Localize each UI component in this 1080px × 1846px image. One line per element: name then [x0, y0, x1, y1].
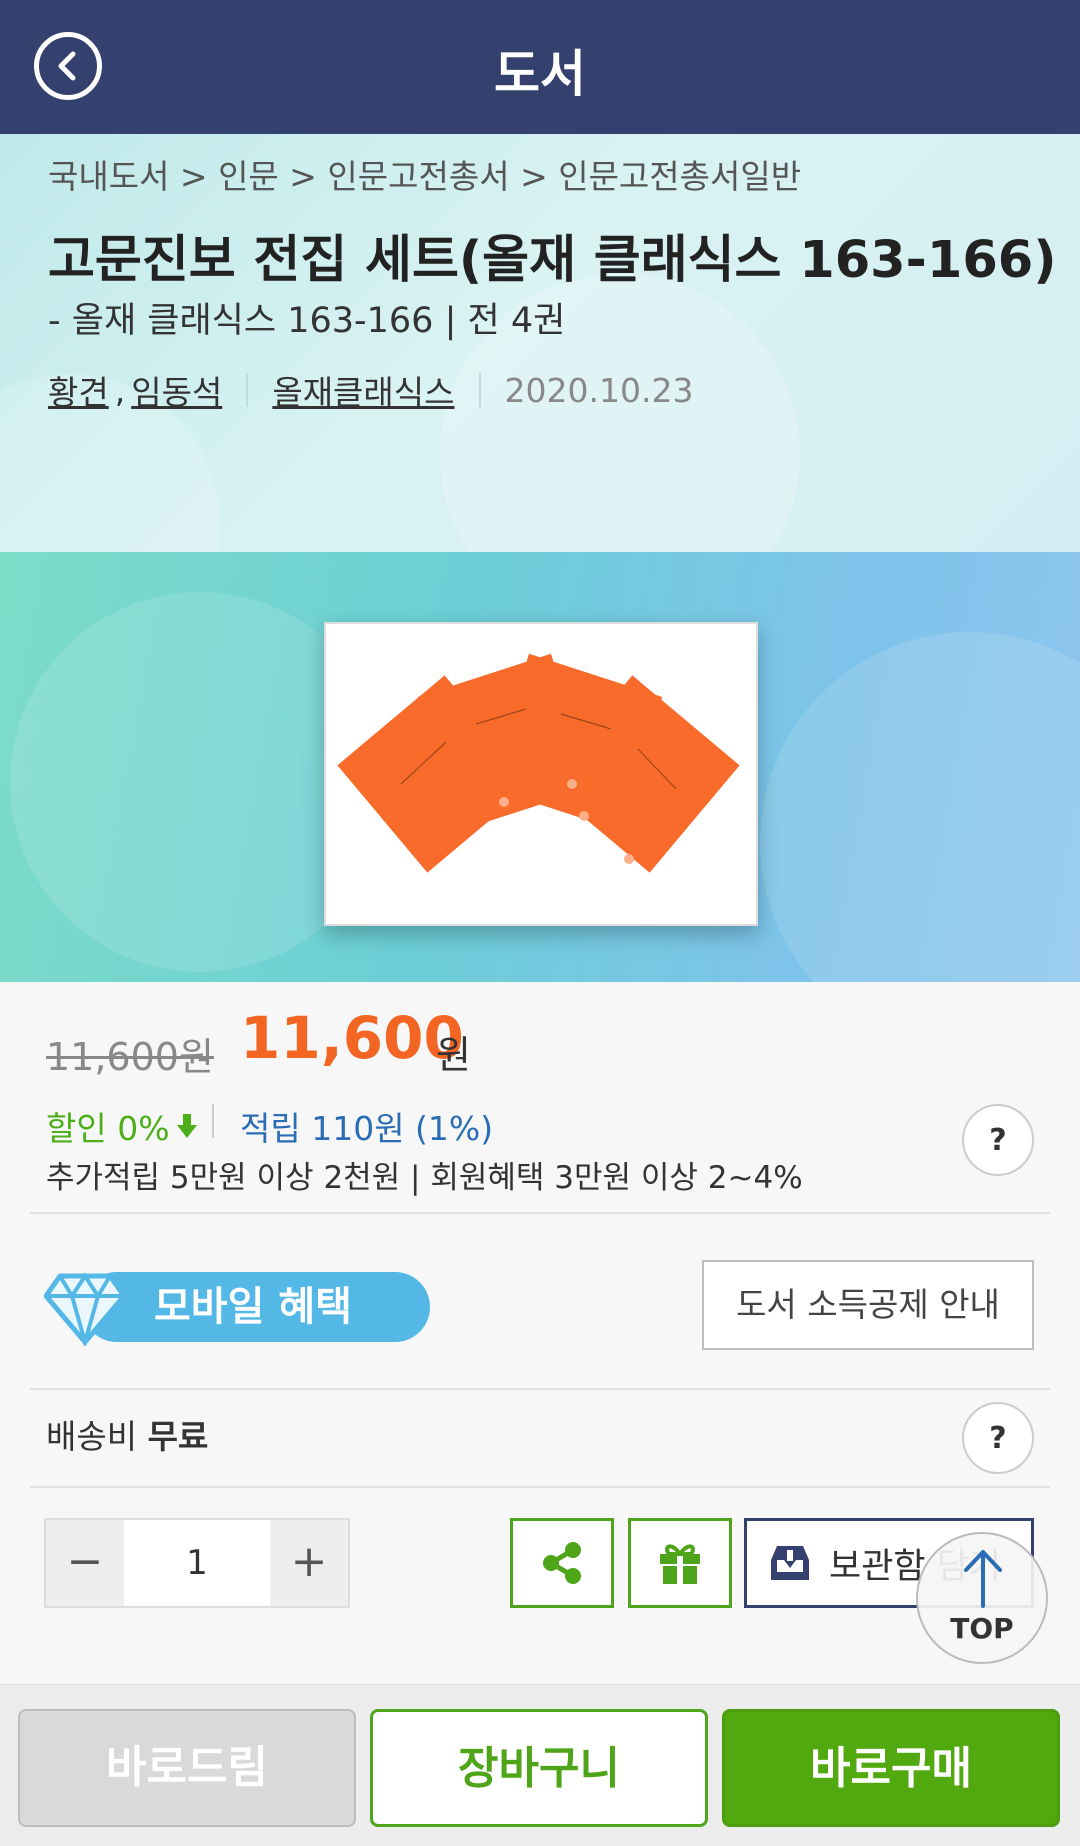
- shipping-help-button[interactable]: ?: [962, 1402, 1034, 1474]
- breadcrumb[interactable]: 국내도서 > 인문 > 인문고전총서 > 인문고전총서일반: [48, 150, 801, 198]
- author-link[interactable]: 황견: [48, 366, 109, 414]
- archive-icon: [771, 1546, 809, 1580]
- price-help-button[interactable]: ?: [962, 1104, 1034, 1176]
- divider: [30, 1388, 1050, 1390]
- quantity-stepper: − 1 +: [44, 1518, 350, 1608]
- quantity-increase-button[interactable]: +: [270, 1520, 348, 1606]
- tax-deduction-button[interactable]: 도서 소득공제 안내: [702, 1260, 1034, 1350]
- extra-benefits: 추가적립 5만원 이상 2천원 | 회원혜택 3만원 이상 2~4%: [46, 1160, 803, 1196]
- divider: [30, 1212, 1050, 1214]
- share-icon: [543, 1542, 581, 1584]
- divider: [246, 373, 249, 407]
- diamond-icon: [44, 1272, 126, 1346]
- mobile-benefit-label: 모바일 혜택: [82, 1272, 430, 1342]
- publisher-link[interactable]: 올재클래식스: [272, 366, 454, 414]
- product-meta: 황견 , 임동석 올재클래식스 2020.10.23: [48, 366, 693, 414]
- store-pickup-button[interactable]: 바로드림: [18, 1709, 356, 1827]
- divider: [30, 1486, 1050, 1488]
- publish-date: 2020.10.23: [504, 370, 694, 410]
- shipping-info: 배송비 무료: [46, 1410, 208, 1458]
- arrow-up-icon: [964, 1550, 1002, 1608]
- add-to-cart-button[interactable]: 장바구니: [370, 1709, 708, 1827]
- quantity-decrease-button[interactable]: −: [46, 1520, 124, 1606]
- arrow-down-icon: [176, 1114, 197, 1138]
- scroll-top-button[interactable]: TOP: [916, 1532, 1048, 1664]
- shipping-label: 배송비: [46, 1417, 138, 1456]
- app-header: 도서: [0, 0, 1080, 134]
- share-button[interactable]: [510, 1518, 614, 1608]
- book-set-illustration: [337, 653, 740, 873]
- book-cover-image[interactable]: [324, 622, 758, 926]
- author-link[interactable]: 임동석: [131, 366, 222, 414]
- price-section: 11,600원 11,600 원 할인 0% 적립 110원 (1%) 추가적립…: [0, 982, 1080, 1642]
- page-title: 도서: [494, 45, 586, 103]
- bottom-action-bar: 바로드림 장바구니 바로구매: [0, 1684, 1080, 1846]
- discount-label: 할인 0%: [46, 1109, 170, 1148]
- points-info: 적립 110원 (1%): [240, 1109, 494, 1148]
- cover-section: [0, 552, 1080, 982]
- currency-unit: 원: [436, 1033, 471, 1077]
- quantity-value[interactable]: 1: [124, 1520, 270, 1606]
- divider: [212, 1104, 214, 1138]
- mobile-benefit-badge[interactable]: 모바일 혜택: [44, 1268, 430, 1346]
- original-price: 11,600원: [46, 1035, 214, 1079]
- discount-rate: 할인 0%: [46, 1102, 198, 1150]
- scroll-top-label: TOP: [950, 1612, 1014, 1645]
- author-separator: ,: [114, 370, 126, 410]
- shipping-value: 무료: [147, 1417, 209, 1456]
- product-title: 고문진보 전집 세트(올재 클래식스 163-166): [48, 231, 1057, 290]
- divider: [478, 373, 481, 407]
- sale-price: 11,600: [240, 1004, 464, 1072]
- product-subtitle: - 올재 클래식스 163-166 | 전 4권: [48, 301, 566, 341]
- gift-button[interactable]: [628, 1518, 732, 1608]
- gift-icon: [660, 1544, 700, 1584]
- buy-now-button[interactable]: 바로구매: [722, 1709, 1060, 1827]
- product-info-section: 국내도서 > 인문 > 인문고전총서 > 인문고전총서일반 고문진보 전집 세트…: [0, 134, 1080, 552]
